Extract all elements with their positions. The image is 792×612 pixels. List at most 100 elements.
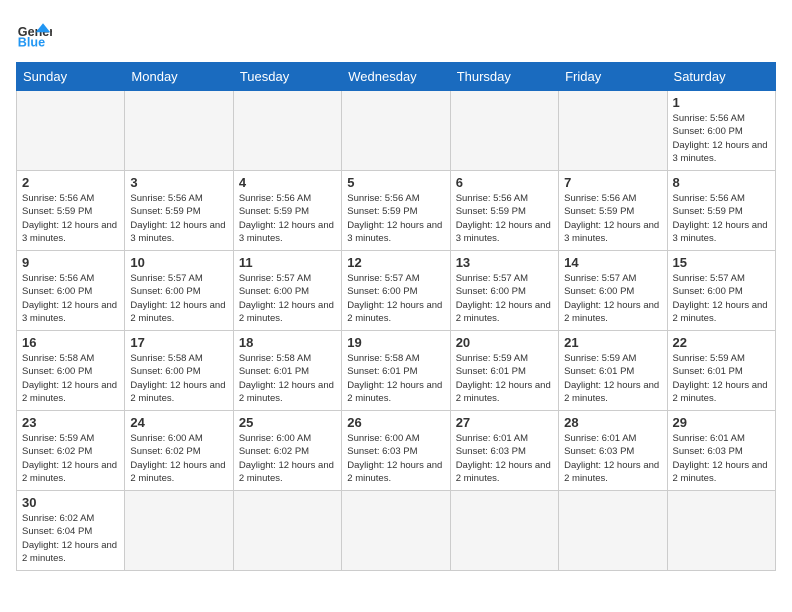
calendar-cell: 24 Sunrise: 6:00 AMSunset: 6:02 PMDayligh… [125, 411, 233, 491]
calendar-cell: 20Sunrise: 5:59 AMSunset: 6:01 PMDayligh… [450, 331, 558, 411]
calendar-cell: 9 Sunrise: 5:56 AMSunset: 6:00 PMDaylight… [17, 251, 125, 331]
calendar-cell: 26Sunrise: 6:00 AMSunset: 6:03 PMDayligh… [342, 411, 450, 491]
day-info: Sunrise: 5:57 AMSunset: 6:00 PMDaylight:… [239, 272, 336, 325]
calendar-cell [667, 491, 775, 571]
calendar-cell: 17 Sunrise: 5:58 AMSunset: 6:00 PMDayligh… [125, 331, 233, 411]
day-info: Sunrise: 5:56 AMSunset: 5:59 PMDaylight:… [456, 192, 553, 245]
day-number: 12 [347, 255, 444, 270]
logo: General Blue [16, 16, 52, 52]
calendar-week-row: 1 Sunrise: 5:56 AMSunset: 6:00 PMDaylight… [17, 91, 776, 171]
calendar-cell: 13 Sunrise: 5:57 AMSunset: 6:00 PMDayligh… [450, 251, 558, 331]
weekday-header: Friday [559, 63, 667, 91]
page-header: General Blue [16, 16, 776, 52]
calendar-cell: 22 Sunrise: 5:59 AMSunset: 6:01 PMDayligh… [667, 331, 775, 411]
day-info: Sunrise: 5:56 AMSunset: 5:59 PMDaylight:… [673, 192, 770, 245]
day-info: Sunrise: 5:59 AMSunset: 6:01 PMDaylight:… [564, 352, 661, 405]
day-info: Sunrise: 6:00 AMSunset: 6:03 PMDaylight:… [347, 432, 444, 485]
day-number: 13 [456, 255, 553, 270]
day-info: Sunrise: 5:57 AMSunset: 6:00 PMDaylight:… [456, 272, 553, 325]
day-info: Sunrise: 5:58 AMSunset: 6:00 PMDaylight:… [22, 352, 119, 405]
day-number: 10 [130, 255, 227, 270]
day-info: Sunrise: 5:56 AMSunset: 5:59 PMDaylight:… [347, 192, 444, 245]
svg-text:Blue: Blue [18, 36, 45, 50]
day-number: 23 [22, 415, 119, 430]
calendar-cell [233, 91, 341, 171]
day-number: 2 [22, 175, 119, 190]
day-info: Sunrise: 5:56 AMSunset: 5:59 PMDaylight:… [130, 192, 227, 245]
calendar-cell [450, 91, 558, 171]
calendar-cell [17, 91, 125, 171]
day-number: 6 [456, 175, 553, 190]
day-number: 1 [673, 95, 770, 110]
calendar-week-row: 9 Sunrise: 5:56 AMSunset: 6:00 PMDaylight… [17, 251, 776, 331]
day-info: Sunrise: 5:59 AMSunset: 6:01 PMDaylight:… [456, 352, 553, 405]
day-number: 3 [130, 175, 227, 190]
day-number: 22 [673, 335, 770, 350]
day-info: Sunrise: 6:02 AMSunset: 6:04 PMDaylight:… [22, 512, 119, 565]
day-info: Sunrise: 5:59 AMSunset: 6:02 PMDaylight:… [22, 432, 119, 485]
calendar-cell: 25 Sunrise: 6:00 AMSunset: 6:02 PMDayligh… [233, 411, 341, 491]
calendar-cell: 15 Sunrise: 5:57 AMSunset: 6:00 PMDayligh… [667, 251, 775, 331]
calendar-cell: 19Sunrise: 5:58 AMSunset: 6:01 PMDayligh… [342, 331, 450, 411]
day-info: Sunrise: 5:56 AMSunset: 5:59 PMDaylight:… [239, 192, 336, 245]
day-number: 28 [564, 415, 661, 430]
calendar-cell: 27 Sunrise: 6:01 AMSunset: 6:03 PMDayligh… [450, 411, 558, 491]
day-number: 16 [22, 335, 119, 350]
calendar-cell [342, 491, 450, 571]
day-info: Sunrise: 6:01 AMSunset: 6:03 PMDaylight:… [564, 432, 661, 485]
calendar-cell [233, 491, 341, 571]
weekday-header: Sunday [17, 63, 125, 91]
day-number: 25 [239, 415, 336, 430]
day-info: Sunrise: 5:56 AMSunset: 5:59 PMDaylight:… [564, 192, 661, 245]
calendar-cell: 30 Sunrise: 6:02 AMSunset: 6:04 PMDayligh… [17, 491, 125, 571]
day-number: 15 [673, 255, 770, 270]
calendar-cell [559, 491, 667, 571]
day-number: 30 [22, 495, 119, 510]
day-number: 29 [673, 415, 770, 430]
calendar-cell: 21Sunrise: 5:59 AMSunset: 6:01 PMDayligh… [559, 331, 667, 411]
day-info: Sunrise: 5:59 AMSunset: 6:01 PMDaylight:… [673, 352, 770, 405]
day-info: Sunrise: 5:57 AMSunset: 6:00 PMDaylight:… [130, 272, 227, 325]
logo-icon: General Blue [16, 16, 52, 52]
day-info: Sunrise: 5:58 AMSunset: 6:01 PMDaylight:… [239, 352, 336, 405]
day-number: 17 [130, 335, 227, 350]
day-info: Sunrise: 5:56 AMSunset: 6:00 PMDaylight:… [673, 112, 770, 165]
day-info: Sunrise: 5:57 AMSunset: 6:00 PMDaylight:… [673, 272, 770, 325]
day-info: Sunrise: 5:56 AMSunset: 5:59 PMDaylight:… [22, 192, 119, 245]
calendar-header-row: SundayMondayTuesdayWednesdayThursdayFrid… [17, 63, 776, 91]
day-info: Sunrise: 6:01 AMSunset: 6:03 PMDaylight:… [456, 432, 553, 485]
calendar-cell [450, 491, 558, 571]
calendar-cell [342, 91, 450, 171]
calendar-cell: 8Sunrise: 5:56 AMSunset: 5:59 PMDaylight… [667, 171, 775, 251]
calendar-cell: 4Sunrise: 5:56 AMSunset: 5:59 PMDaylight… [233, 171, 341, 251]
calendar-cell: 10 Sunrise: 5:57 AMSunset: 6:00 PMDayligh… [125, 251, 233, 331]
calendar-cell [125, 91, 233, 171]
day-info: Sunrise: 5:56 AMSunset: 6:00 PMDaylight:… [22, 272, 119, 325]
calendar-cell: 23 Sunrise: 5:59 AMSunset: 6:02 PMDayligh… [17, 411, 125, 491]
calendar-week-row: 30 Sunrise: 6:02 AMSunset: 6:04 PMDayligh… [17, 491, 776, 571]
day-info: Sunrise: 6:00 AMSunset: 6:02 PMDaylight:… [130, 432, 227, 485]
calendar-cell: 3 Sunrise: 5:56 AMSunset: 5:59 PMDaylight… [125, 171, 233, 251]
day-number: 7 [564, 175, 661, 190]
day-number: 24 [130, 415, 227, 430]
day-number: 11 [239, 255, 336, 270]
day-number: 5 [347, 175, 444, 190]
calendar-table: SundayMondayTuesdayWednesdayThursdayFrid… [16, 62, 776, 571]
calendar-cell: 12 Sunrise: 5:57 AMSunset: 6:00 PMDayligh… [342, 251, 450, 331]
day-info: Sunrise: 6:00 AMSunset: 6:02 PMDaylight:… [239, 432, 336, 485]
day-info: Sunrise: 5:58 AMSunset: 6:00 PMDaylight:… [130, 352, 227, 405]
day-info: Sunrise: 5:57 AMSunset: 6:00 PMDaylight:… [347, 272, 444, 325]
day-info: Sunrise: 6:01 AMSunset: 6:03 PMDaylight:… [673, 432, 770, 485]
calendar-cell: 14Sunrise: 5:57 AMSunset: 6:00 PMDayligh… [559, 251, 667, 331]
day-number: 19 [347, 335, 444, 350]
calendar-cell: 6 Sunrise: 5:56 AMSunset: 5:59 PMDaylight… [450, 171, 558, 251]
weekday-header: Wednesday [342, 63, 450, 91]
calendar-cell: 28 Sunrise: 6:01 AMSunset: 6:03 PMDayligh… [559, 411, 667, 491]
calendar-cell [125, 491, 233, 571]
weekday-header: Saturday [667, 63, 775, 91]
day-number: 18 [239, 335, 336, 350]
weekday-header: Thursday [450, 63, 558, 91]
calendar-cell: 18 Sunrise: 5:58 AMSunset: 6:01 PMDayligh… [233, 331, 341, 411]
day-number: 27 [456, 415, 553, 430]
day-number: 9 [22, 255, 119, 270]
